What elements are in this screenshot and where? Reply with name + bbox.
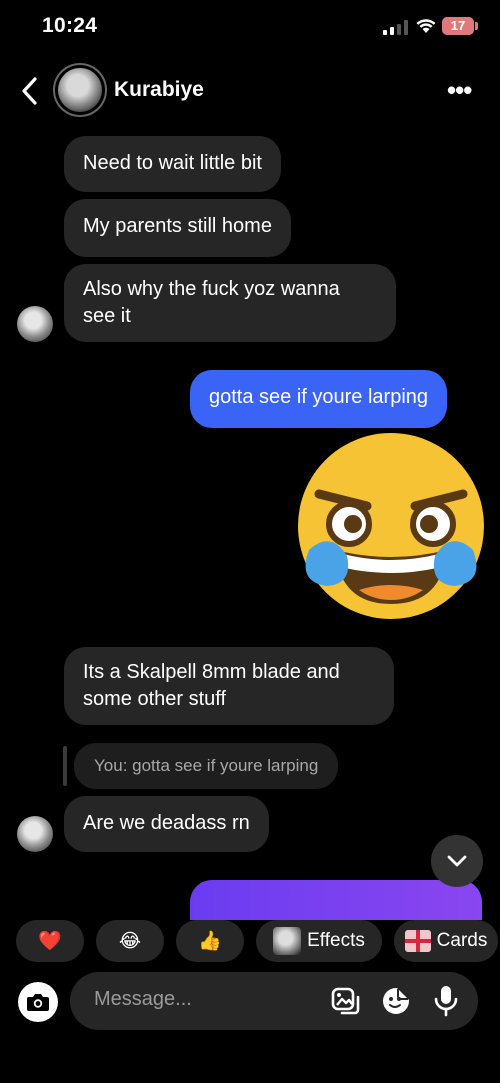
back-arrow-icon[interactable] <box>20 76 40 106</box>
battery-tip <box>475 22 478 30</box>
message-bubble-sent-partial[interactable] <box>190 880 482 920</box>
heart-icon: ❤️ <box>38 931 62 952</box>
cards-label: Cards <box>436 930 488 951</box>
contact-name[interactable]: Kurabiye <box>114 78 204 102</box>
sticker-icon[interactable] <box>381 986 411 1016</box>
tears-of-joy-icon: 😂 <box>118 930 142 952</box>
battery-indicator: 17 <box>442 17 474 35</box>
chevron-down-icon <box>447 855 467 867</box>
contact-avatar[interactable] <box>58 68 102 112</box>
scroll-to-bottom-button[interactable] <box>431 835 483 887</box>
more-options-icon[interactable]: ••• <box>447 77 472 103</box>
camera-icon <box>27 994 49 1011</box>
wifi-icon <box>416 19 436 33</box>
sender-avatar[interactable] <box>17 306 53 342</box>
message-input-placeholder: Message... <box>94 988 192 1010</box>
effects-label: Effects <box>307 930 365 951</box>
cellular-signal-icon <box>383 20 408 35</box>
camera-button[interactable] <box>18 982 58 1022</box>
replied-message-preview[interactable]: You: gotta see if youre larping <box>74 743 339 789</box>
quick-reaction-heart[interactable]: ❤️ <box>16 920 84 962</box>
sender-avatar[interactable] <box>17 816 53 852</box>
thumbs-up-icon: 👍 <box>198 931 222 952</box>
message-bubble-received[interactable]: Also why the fuck yoz wanna see it <box>64 264 396 342</box>
message-bubble-sent[interactable]: gotta see if youre larping <box>190 370 448 428</box>
reply-indicator-bar <box>63 746 67 786</box>
gift-card-icon <box>404 930 431 952</box>
effects-button[interactable]: Effects <box>256 920 382 962</box>
gallery-icon[interactable] <box>330 986 360 1016</box>
effects-icon <box>273 927 302 955</box>
quick-reaction-laugh[interactable]: 😂 <box>96 920 164 962</box>
laughing-crying-emoji-icon[interactable] <box>297 432 485 622</box>
message-bubble-received[interactable]: Need to wait little bit <box>64 136 281 192</box>
microphone-icon[interactable] <box>433 984 459 1018</box>
message-bubble-received[interactable]: Its a Skalpell 8mm blade and some other … <box>64 647 394 725</box>
cards-button[interactable]: Cards <box>394 920 498 962</box>
message-bubble-received[interactable]: Are we deadass rn <box>64 796 269 852</box>
status-time: 10:24 <box>42 14 98 37</box>
quick-reaction-thumbs-up[interactable]: 👍 <box>176 920 244 962</box>
message-bubble-received[interactable]: My parents still home <box>64 199 291 257</box>
